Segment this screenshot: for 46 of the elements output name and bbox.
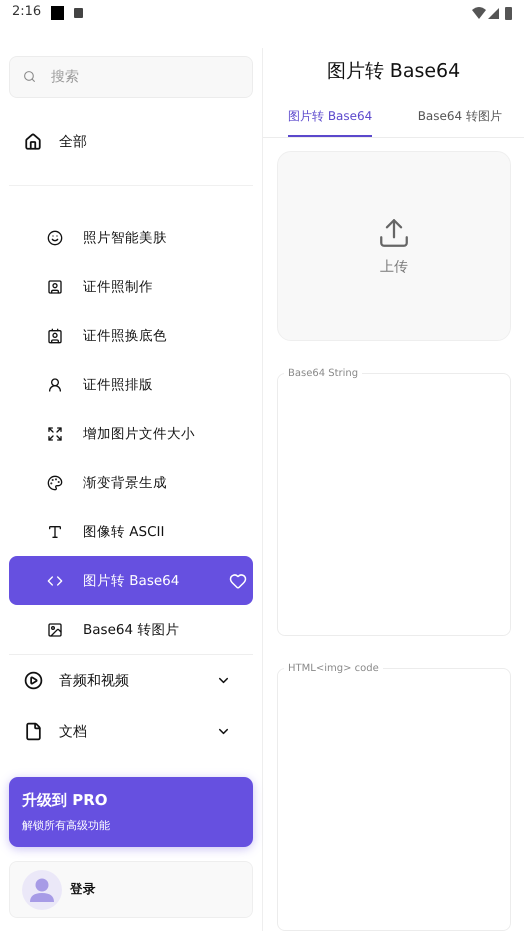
avatar-icon — [22, 870, 62, 910]
wifi-icon — [472, 7, 486, 19]
sidebar-group[interactable]: 文档 — [9, 706, 253, 757]
signal-icon — [488, 8, 499, 19]
upgrade-card[interactable]: 升级到 PRO 解锁所有高级功能 — [9, 777, 253, 847]
text-icon — [47, 524, 63, 540]
field-label: HTML<img> code — [287, 663, 380, 674]
badge-icon — [47, 328, 63, 344]
sidebar-item[interactable]: 证件照制作 — [9, 262, 253, 311]
upload-label: 上传 — [380, 258, 408, 276]
play-icon — [24, 671, 43, 690]
id-card-icon — [47, 278, 63, 294]
favorite-icon[interactable] — [229, 572, 247, 590]
home-icon — [24, 132, 42, 150]
sidebar-item[interactable]: 证件照排版 — [9, 360, 253, 409]
sidebar-item[interactable]: 证件照换底色 — [9, 311, 253, 360]
login-card[interactable]: 登录 — [9, 861, 253, 918]
sidebar-group[interactable]: 音频和视频 — [9, 655, 253, 706]
sidebar-item[interactable]: 渐变背景生成 — [9, 458, 253, 507]
battery-icon — [505, 7, 512, 20]
text-area[interactable]: HTML<img> code — [277, 663, 511, 931]
upgrade-subtitle: 解锁所有高级功能 — [22, 818, 111, 833]
expand-icon — [47, 426, 63, 442]
upgrade-title: 升级到 PRO — [22, 791, 109, 810]
person-icon — [47, 376, 63, 392]
upload-icon — [377, 216, 411, 250]
file-icon — [24, 722, 43, 741]
upload-area[interactable]: 上传 — [277, 151, 511, 341]
page-title: 图片转 Base64 — [326, 59, 462, 84]
sidebar-item[interactable]: 图像转 ASCII — [9, 507, 253, 556]
search-field[interactable]: 搜索 — [9, 56, 253, 98]
text-area[interactable]: Base64 String — [277, 368, 511, 636]
face-icon — [47, 230, 63, 246]
tab[interactable]: 图片转 Base64 — [288, 102, 372, 137]
image-icon — [47, 622, 63, 638]
status-time: 2:16 — [12, 4, 42, 19]
sidebar-item[interactable]: 图片转 Base64 — [9, 556, 253, 605]
sidebar-item[interactable]: Base64 转图片 — [9, 605, 253, 654]
palette-icon — [47, 474, 63, 490]
sidebar-item[interactable]: 照片智能美肤 — [9, 213, 253, 262]
field-label: Base64 String — [287, 368, 360, 379]
notification-icon — [51, 6, 64, 20]
sidebar-item[interactable]: 增加图片文件大小 — [9, 409, 253, 458]
sidebar-item[interactable]: 全部 — [9, 98, 253, 186]
tab[interactable]: Base64 转图片 — [418, 102, 502, 137]
search-icon — [23, 70, 36, 83]
